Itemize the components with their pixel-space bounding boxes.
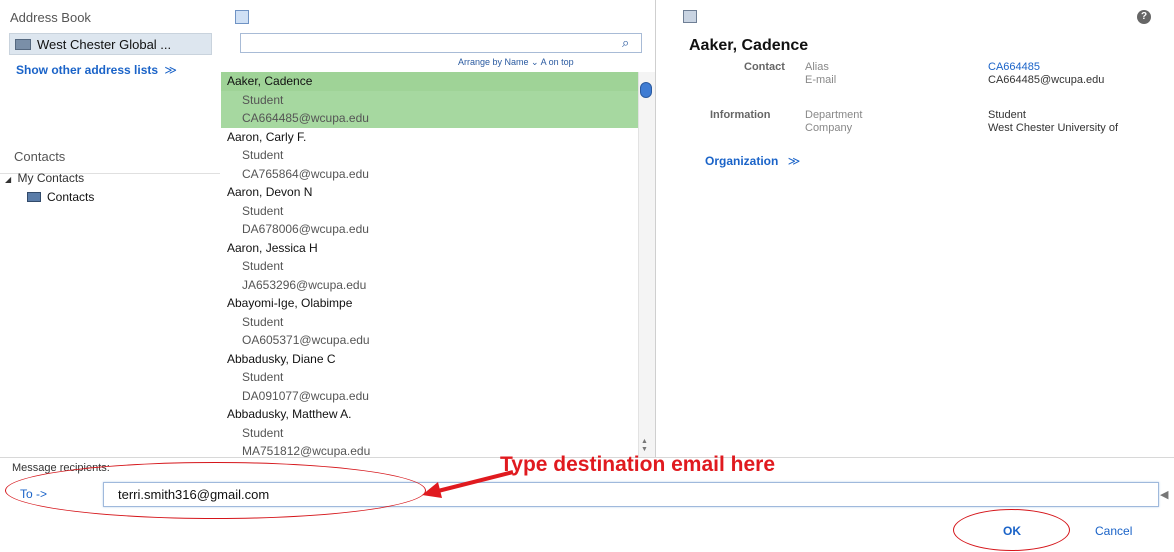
list-item-email[interactable]: JA653296@wcupa.edu (221, 276, 638, 295)
alias-value-link[interactable]: CA664485 (988, 61, 1040, 73)
scrollbar-thumb[interactable] (640, 82, 652, 98)
collapse-triangle-icon[interactable]: ◢ (5, 175, 11, 184)
contact-detail-name: Aaker, Cadence (689, 37, 809, 54)
expand-chevron-icon: ≫ (164, 63, 177, 77)
show-other-address-lists-link[interactable]: Show other address lists ≫ (16, 63, 177, 77)
list-item-email[interactable]: DA091077@wcupa.edu (221, 387, 638, 406)
address-book-icon (15, 38, 31, 50)
field-resize-handle-icon[interactable]: ◀ (1160, 488, 1168, 501)
department-label: Department (805, 109, 863, 121)
address-list-selector[interactable]: West Chester Global ... (9, 33, 212, 55)
annotation-instruction-text: Type destination email here (500, 453, 776, 476)
email-value: CA664485@wcupa.edu (988, 74, 1105, 86)
list-item-role[interactable]: Student (221, 202, 638, 221)
list-item-role[interactable]: Student (221, 313, 638, 332)
alias-label: Alias (805, 61, 829, 73)
help-icon[interactable]: ? (1137, 10, 1151, 24)
organization-expander[interactable]: Organization ≫ (705, 154, 800, 168)
my-contacts-label: My Contacts (17, 171, 85, 185)
scroll-down-arrow-icon[interactable]: ▼ (641, 446, 648, 453)
address-book-heading: Address Book (10, 10, 91, 25)
list-scrollbar[interactable] (638, 72, 655, 457)
email-label: E-mail (805, 74, 837, 86)
list-item-name[interactable]: Aaron, Carly F. (221, 128, 638, 147)
scroll-up-arrow-icon[interactable]: ▲ (641, 438, 648, 445)
search-icon[interactable]: ⌕ (622, 35, 629, 51)
list-item-name[interactable]: Aaron, Devon N (221, 183, 638, 202)
contacts-folder-item[interactable]: Contacts (27, 190, 94, 204)
show-other-label: Show other address lists (16, 63, 159, 77)
department-value: Student (988, 109, 1026, 121)
annotation-ellipse-to-field (5, 462, 426, 519)
arrange-by-dropdown[interactable]: Arrange by Name ⌄ A on top (458, 57, 574, 68)
contacts-folder-label: Contacts (47, 190, 95, 204)
print-icon[interactable] (683, 10, 697, 23)
list-item-name[interactable]: Abayomi-Ige, Olabimpe (221, 294, 638, 313)
search-input[interactable] (240, 33, 642, 53)
list-item-role[interactable]: Student (221, 146, 638, 165)
my-contacts-tree-node[interactable]: ◢ My Contacts (5, 171, 84, 185)
list-item-role[interactable]: Student (221, 424, 638, 443)
list-item-role[interactable]: Student (221, 368, 638, 387)
list-item-email[interactable]: CA664485@wcupa.edu (221, 109, 638, 128)
cancel-button[interactable]: Cancel (1095, 524, 1132, 538)
contacts-card-icon (27, 192, 41, 202)
contacts-heading: Contacts (14, 149, 66, 164)
list-item-email[interactable]: DA678006@wcupa.edu (221, 220, 638, 239)
contact-section-label: Contact (744, 61, 785, 73)
company-label: Company (805, 122, 853, 134)
list-item-email[interactable]: OA605371@wcupa.edu (221, 331, 638, 350)
list-item-name[interactable]: Aaron, Jessica H (221, 239, 638, 258)
contact-list: Aaker, Cadence Student CA664485@wcupa.ed… (221, 72, 638, 457)
list-item-role[interactable]: Student (221, 90, 638, 109)
list-item-name[interactable]: Aaker, Cadence (221, 72, 638, 91)
expand-chevron-icon: ≫ (787, 154, 801, 168)
list-item-name[interactable]: Abbadusky, Matthew A. (221, 405, 638, 424)
view-toggle-icon[interactable] (235, 10, 249, 24)
company-value: West Chester University of (988, 122, 1119, 134)
information-section-label: Information (710, 109, 771, 121)
list-item-name[interactable]: Abbadusky, Diane C (221, 350, 638, 369)
organization-label: Organization (705, 154, 779, 168)
list-item-role[interactable]: Student (221, 257, 638, 276)
address-list-label: West Chester Global ... (37, 36, 172, 52)
annotation-ellipse-ok-button (953, 509, 1070, 551)
list-item-email[interactable]: CA765864@wcupa.edu (221, 165, 638, 184)
